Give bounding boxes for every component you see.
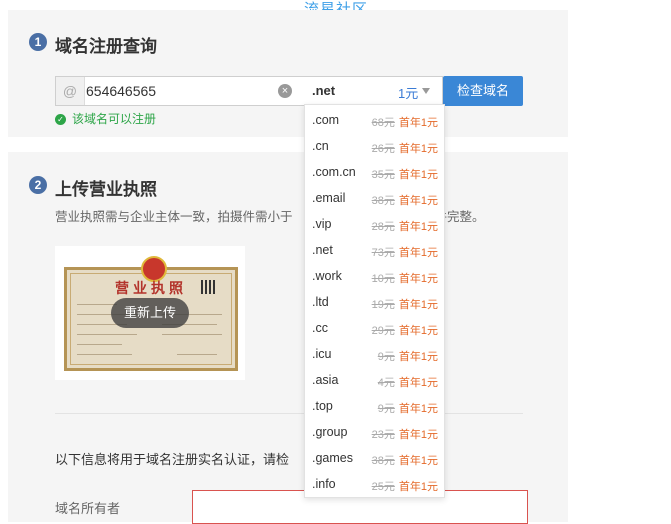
suffix-option-label: .com.cn (312, 165, 356, 179)
suffix-option-label: .net (312, 243, 333, 257)
suffix-dropdown: .com 68元 首年1元 .cn 26元 首年1元 .com.cn 35元 首年1元 .emai… (304, 104, 445, 498)
availability-text: 该域名可以注册 (72, 112, 157, 126)
original-price: 38元 (371, 195, 395, 207)
suffix-option[interactable]: .net 73元 首年1元 (305, 237, 444, 263)
step-2-badge: 2 (29, 176, 47, 194)
suffix-option[interactable]: .games 38元 首年1元 (305, 445, 444, 471)
first-year-price: 首年1元 (398, 429, 438, 441)
suffix-option-price: 25元 首年1元 (372, 478, 438, 494)
availability-status: ✓ 该域名可以注册 (55, 110, 156, 127)
original-price: 26元 (371, 143, 395, 155)
suffix-option[interactable]: .ltd 19元 首年1元 (305, 289, 444, 315)
original-price: 28元 (371, 221, 395, 233)
first-year-price: 首年1元 (398, 143, 438, 155)
first-year-price: 首年1元 (398, 377, 438, 389)
suffix-option-label: .info (312, 477, 336, 491)
suffix-option-price: 10元 首年1元 (372, 270, 438, 286)
first-year-price: 首年1元 (398, 221, 438, 233)
suffix-option-label: .games (312, 451, 353, 465)
suffix-option-label: .cn (312, 139, 329, 153)
suffix-option-label: .email (312, 191, 346, 205)
suffix-option-price: 26元 首年1元 (372, 140, 438, 156)
owner-label: 域名所有者 (55, 501, 121, 516)
check-circle-icon: ✓ (55, 114, 66, 126)
section-divider (55, 413, 523, 414)
domain-input[interactable] (86, 79, 271, 103)
clear-icon[interactable]: × (278, 84, 292, 98)
check-domain-button[interactable]: 检查域名 (443, 76, 523, 106)
first-year-price: 首年1元 (398, 455, 438, 467)
suffix-option-price: 19元 首年1元 (372, 296, 438, 312)
suffix-option-label: .icu (312, 347, 332, 361)
upload-hint-left: 营业执照需与企业主体一致，拍摄件需小于 (55, 210, 293, 224)
first-year-price: 首年1元 (398, 299, 438, 311)
original-price: 19元 (371, 299, 395, 311)
first-year-price: 首年1元 (398, 169, 438, 181)
suffix-option-price: 38元 首年1元 (372, 452, 438, 468)
original-price: 68元 (371, 117, 395, 129)
original-price: 38元 (371, 455, 395, 467)
suffix-option-price: 9元 首年1元 (378, 400, 438, 416)
original-price: 73元 (371, 247, 395, 259)
suffix-option-price: 35元 首年1元 (372, 166, 438, 182)
domain-search-box: @ × (55, 76, 305, 106)
at-icon: @ (56, 77, 85, 105)
suffix-price: 1元 (398, 86, 419, 101)
chevron-down-icon (422, 88, 430, 94)
suffix-selected-value: .net (312, 83, 336, 98)
suffix-option[interactable]: .top 9元 首年1元 (305, 393, 444, 419)
suffix-option[interactable]: .cc 29元 首年1元 (305, 315, 444, 341)
first-year-price: 首年1元 (398, 247, 438, 259)
realname-info-text: 以下信息将用于域名注册实名认证，请检 (55, 452, 290, 467)
first-year-price: 首年1元 (398, 195, 438, 207)
first-year-price: 首年1元 (398, 117, 438, 129)
suffix-option-label: .work (312, 269, 342, 283)
qr-code-icon (201, 280, 215, 294)
original-price: 9元 (377, 403, 395, 415)
license-title: 营业执照 (115, 280, 187, 296)
suffix-option[interactable]: .work 10元 首年1元 (305, 263, 444, 289)
first-year-price: 首年1元 (398, 481, 438, 493)
suffix-option-label: .asia (312, 373, 339, 387)
suffix-option[interactable]: .icu 9元 首年1元 (305, 341, 444, 367)
suffix-option-label: .group (312, 425, 348, 439)
original-price: 23元 (371, 429, 395, 441)
suffix-option[interactable]: .email 38元 首年1元 (305, 185, 444, 211)
original-price: 9元 (377, 351, 395, 363)
suffix-option[interactable]: .com 68元 首年1元 (305, 107, 444, 133)
suffix-option-label: .com (312, 113, 340, 127)
original-price: 29元 (371, 325, 395, 337)
original-price: 25元 (371, 481, 395, 493)
suffix-option-label: .top (312, 399, 333, 413)
suffix-option[interactable]: .com.cn 35元 首年1元 (305, 159, 444, 185)
suffix-option[interactable]: .info 25元 首年1元 (305, 471, 444, 497)
suffix-option-price: 68元 首年1元 (372, 114, 438, 130)
suffix-option-label: .cc (312, 321, 328, 335)
original-price: 35元 (371, 169, 395, 181)
step-2-title: 上传营业执照 (55, 180, 157, 199)
reupload-button[interactable]: 重新上传 (111, 298, 189, 328)
suffix-option-price: 73元 首年1元 (372, 244, 438, 260)
original-price: 4元 (377, 377, 395, 389)
first-year-price: 首年1元 (398, 325, 438, 337)
first-year-price: 首年1元 (398, 273, 438, 285)
suffix-option[interactable]: .group 23元 首年1元 (305, 419, 444, 445)
first-year-price: 首年1元 (398, 351, 438, 363)
suffix-option-price: 29元 首年1元 (372, 322, 438, 338)
original-price: 10元 (371, 273, 395, 285)
suffix-option[interactable]: .asia 4元 首年1元 (305, 367, 444, 393)
suffix-option-label: .vip (312, 217, 332, 231)
suffix-select[interactable]: .net 1元 (304, 76, 443, 106)
suffix-option-label: .ltd (312, 295, 329, 309)
suffix-option[interactable]: .vip 28元 首年1元 (305, 211, 444, 237)
suffix-option-price: 28元 首年1元 (372, 218, 438, 234)
suffix-option-price: 4元 首年1元 (378, 374, 438, 390)
step-1-title: 域名注册查询 (55, 37, 157, 56)
suffix-option-price: 38元 首年1元 (372, 192, 438, 208)
suffix-option-price: 9元 首年1元 (378, 348, 438, 364)
suffix-option[interactable]: .cn 26元 首年1元 (305, 133, 444, 159)
first-year-price: 首年1元 (398, 403, 438, 415)
step-1-badge: 1 (29, 33, 47, 51)
suffix-option-price: 23元 首年1元 (372, 426, 438, 442)
